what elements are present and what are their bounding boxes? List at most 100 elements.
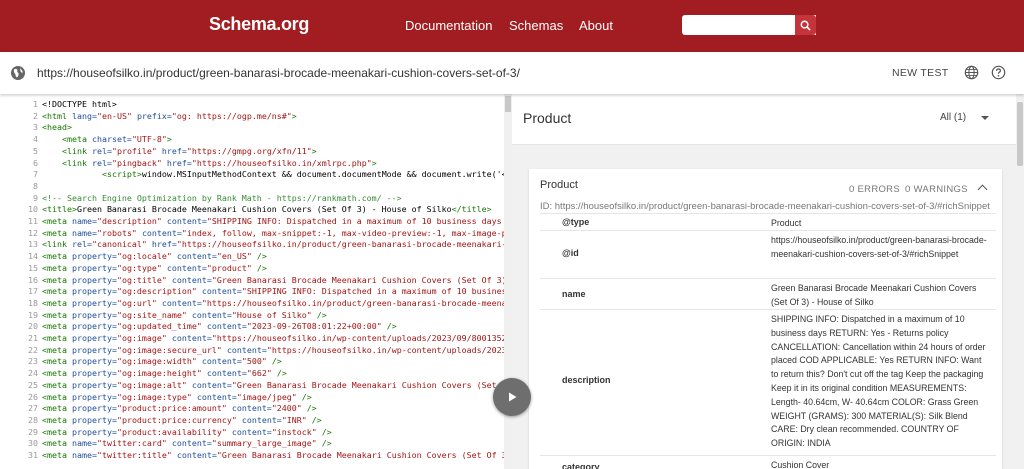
code-line-content: <meta property="og:image:alt" content="G… [42,379,512,390]
line-number: 9 [33,192,38,203]
search-button[interactable] [795,15,816,35]
code-line: 31 <meta name="twitter:title" content="Gr… [0,450,512,460]
tested-url[interactable]: https://houseofsilko.in/product/green-ba… [37,66,520,80]
nav-schemas[interactable]: Schemas [509,18,563,33]
property-row: @type Product [540,213,996,231]
code-line: 22 <meta property="og:image:secure_url" c… [0,344,512,355]
errors-count: 0 ERRORS [849,184,900,195]
item-id: ID: https://houseofsilko.in/product/gree… [540,201,990,212]
code-line: 14 <meta property="og:locale" content="en… [0,251,504,261]
url-bar: https://houseofsilko.in/product/green-ba… [0,52,1024,94]
code-line-content: <meta name="robots" content="index, foll… [42,227,512,238]
line-number: 10 [28,204,38,215]
language-globe-icon[interactable] [964,65,979,80]
results-scrollbar[interactable] [1016,94,1024,469]
caret-down-icon[interactable] [981,116,989,120]
line-number: 19 [28,309,38,320]
property-key: @type [562,217,590,227]
code-line: 25 <meta property="og:image:alt" content=… [0,380,512,390]
property-value: Cushion Cover [771,460,830,469]
code-line-content: <meta name="twitter:card" content="summa… [42,438,332,449]
code-line-content: <meta property="og:type" content="produc… [42,262,267,273]
line-number: 24 [28,368,38,379]
line-number: 21 [28,333,38,343]
property-key: category [562,462,600,469]
line-number: 16 [28,274,38,285]
code-line: 4 <meta charset="UTF-8"> [0,134,504,144]
line-number: 1 [33,99,38,109]
globe-icon [11,66,25,80]
line-number: 27 [28,403,38,414]
line-number: 12 [28,227,38,238]
code-line-content: <head> [42,122,72,133]
code-line: 23 <meta property="og:image:width" conten… [0,356,504,366]
code-line-content: <meta name="description" content="SHIPPI… [42,216,512,226]
line-number: 17 [28,286,38,297]
code-line-content: <meta property="og:updated_time" content… [42,321,397,332]
code-line: 13 <link rel="canonical" href="https://ho… [0,239,512,249]
code-line-content: <meta property="og:locale" content="en_U… [42,251,267,262]
code-line-content: <meta property="product:price:currency" … [42,414,322,425]
property-key: name [562,288,586,299]
code-line-content: <meta charset="UTF-8"> [61,134,172,145]
collapse-chevron-icon[interactable] [977,184,988,195]
new-test-button[interactable]: NEW TEST [892,67,948,79]
code-line: 11 <meta name="description" content="SHIP… [0,216,512,226]
run-test-button[interactable] [493,378,531,416]
code-line: 1 <!DOCTYPE html> [0,99,504,109]
code-line-content: <script>window.MSInputMethodContext && d… [101,169,512,180]
code-line-content: <meta property="og:image" content="https… [42,333,512,343]
code-line-content: <meta property="og:image:height" content… [42,368,287,379]
results-title: Product [523,110,572,126]
code-line: 9 <!-- Search Engine Optimization by Rank… [0,193,504,203]
nav-about[interactable]: About [579,18,613,33]
line-number: 14 [28,251,38,262]
code-line: 8 [0,181,504,191]
code-line: 15 <meta property="og:type" content="prod… [0,263,504,273]
code-scrollbar-thumb[interactable] [505,96,511,112]
line-number: 11 [28,216,38,226]
code-line-content: <meta property="og:site_name" content="H… [42,309,327,320]
code-line: 2 <html lang="en-US" prefix="og: https://… [0,111,504,121]
code-line: 29 <meta property="product:availability" … [0,427,504,437]
code-line-content: <html lang="en-US" prefix="og: https://o… [42,110,297,121]
results-header: Product All (1) [512,94,1024,145]
code-line-content: <meta property="product:price:amount" co… [42,403,317,414]
results-filter-dropdown[interactable]: All (1) [940,112,966,123]
property-row: @id https://houseofsilko.in/product/green… [540,230,996,279]
code-line: 12 <meta name="robots" content="index, fo… [0,227,512,238]
line-number: 3 [33,122,38,133]
property-row: category Cushion Cover [540,455,996,469]
code-line-content: <!-- Search Engine Optimization by Rank … [42,192,402,203]
search-icon [800,20,811,31]
code-line: 21 <meta property="og:image" content="htt… [0,333,512,343]
line-number: 6 [33,157,38,168]
source-code-panel[interactable]: 1 <!DOCTYPE html> 2 <html lang="en-US" pref… [0,94,512,469]
results-scrollbar-thumb[interactable] [1017,102,1023,166]
line-number: 2 [33,110,38,121]
play-icon [509,392,517,402]
line-number: 30 [28,438,38,449]
code-line: 17 <meta property="og:description" conten… [0,286,512,297]
line-number: 4 [33,134,38,145]
property-value: Product [771,218,802,228]
code-line-content: <link rel="pingback" href="https://house… [61,157,377,168]
help-icon[interactable] [991,65,1006,80]
code-line: 30 <meta name="twitter:card" content="sum… [0,438,504,448]
warnings-count: 0 WARNINGS [905,184,968,195]
nav-documentation[interactable]: Documentation [405,18,492,33]
site-logo[interactable]: Schema.org [209,14,309,35]
code-line: 28 <meta property="product:price:currency… [0,415,504,425]
property-key: description [562,375,611,386]
code-line-content: <title>Green Banarasi Brocade Meenakari … [42,204,492,215]
property-value: SHIPPING INFO: Dispatched in a maximum o… [771,314,986,449]
property-value: Green Banarasi Brocade Meenakari Cushion… [771,283,977,307]
code-line-content: <meta property="og:description" content=… [42,286,512,297]
line-number: 22 [28,344,38,355]
code-line-content: <meta property="og:image:type" content="… [42,391,312,402]
detected-item-card: Product 0 ERRORS 0 WARNINGS ID: https://… [529,169,1002,469]
code-line: 7 <script>window.MSInputMethodContext &&… [0,169,512,179]
code-line: 24 <meta property="og:image:height" conte… [0,368,504,378]
code-line: 10 <title>Green Banarasi Brocade Meenakar… [0,204,504,214]
item-type[interactable]: Product [540,179,578,191]
